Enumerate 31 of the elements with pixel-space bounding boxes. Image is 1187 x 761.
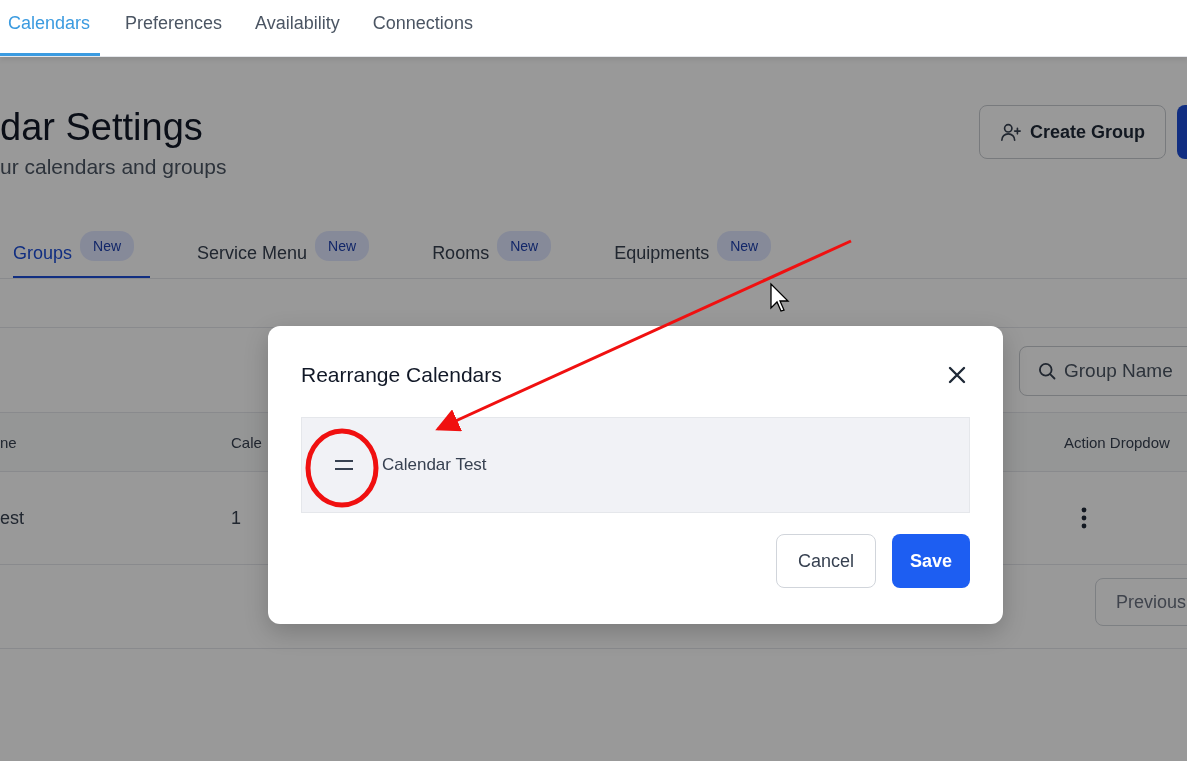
modal-title: Rearrange Calendars [301, 363, 502, 387]
nav-tab[interactable]: Availability [247, 0, 348, 56]
nav-tab[interactable]: Preferences [117, 0, 231, 56]
drag-handle-icon[interactable] [334, 460, 354, 470]
new-badge: New [315, 231, 370, 261]
table-cell-text: 1 [231, 507, 242, 529]
table-cell-text: est [0, 507, 25, 529]
column-header: Action Dropdow [1064, 433, 1171, 451]
cursor-icon [770, 282, 790, 312]
new-badge: New [80, 231, 135, 261]
search-field[interactable]: Group Name [1019, 346, 1187, 396]
nav-tab[interactable]: Calendars [0, 0, 101, 56]
column-header: Cale [231, 433, 263, 451]
cancel-button[interactable]: Cancel [775, 534, 876, 588]
calendar-list-item[interactable]: Calendar Test [301, 417, 970, 513]
search-icon [1037, 361, 1057, 381]
section-tab[interactable]: Rooms New [432, 231, 568, 278]
new-badge: New [717, 231, 772, 261]
page-subtitle: ur calendars and groups [0, 155, 227, 179]
column-header: ne [0, 433, 18, 451]
previous-button[interactable]: Previous [1094, 578, 1187, 626]
create-group-button[interactable]: Create Group [978, 105, 1166, 159]
save-button[interactable]: Save [891, 534, 970, 588]
section-tab[interactable]: Service Menu New [197, 231, 386, 278]
section-tab[interactable]: Equipments New [614, 231, 788, 278]
more-icon[interactable] [1080, 507, 1088, 529]
user-plus-icon [999, 121, 1022, 143]
section-tab[interactable]: Groups New [13, 231, 151, 278]
nav-tab[interactable]: Connections [364, 0, 481, 56]
page-title: dar Settings [0, 105, 204, 149]
new-badge: New [497, 231, 552, 261]
